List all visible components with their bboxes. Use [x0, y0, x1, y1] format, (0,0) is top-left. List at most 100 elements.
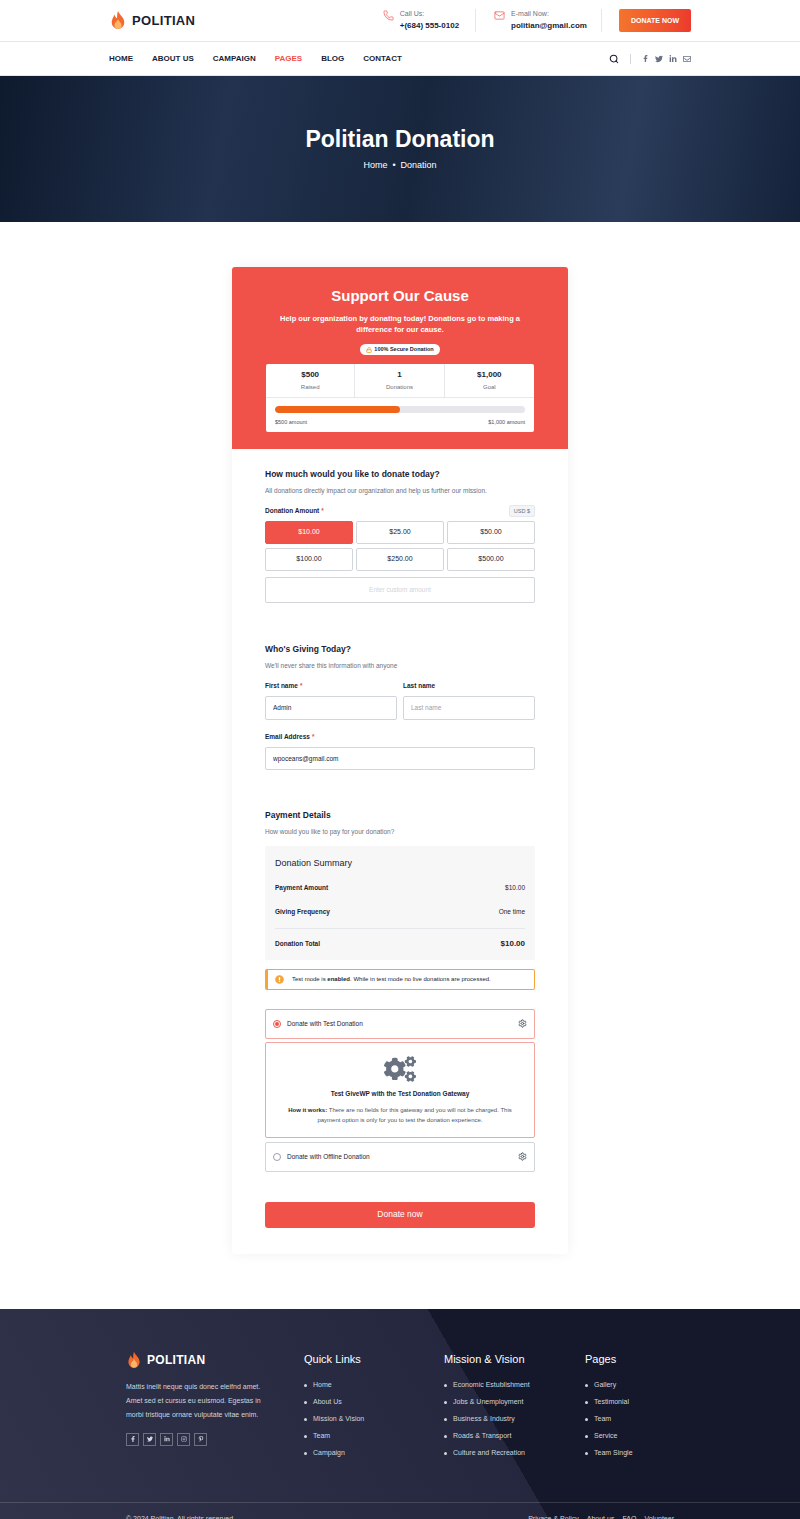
nav-item[interactable]: CAMPAIGN — [213, 53, 256, 65]
footer-bottom-link[interactable]: About us — [587, 1514, 615, 1519]
instagram-icon — [181, 1436, 187, 1442]
breadcrumb-item: Donation — [401, 159, 437, 173]
amount-button[interactable]: $250.00 — [356, 548, 444, 571]
amount-button[interactable]: $10.00 — [265, 521, 353, 544]
nav-item[interactable]: PAGES — [275, 53, 302, 65]
social-button[interactable] — [177, 1433, 190, 1446]
footer-link[interactable]: Campaign — [304, 1448, 444, 1458]
progress-track — [275, 406, 525, 413]
progress-left-label: $500 amount — [275, 418, 307, 426]
hero-banner: Politian Donation Home • Donation — [0, 76, 800, 222]
gateway-label: Donate with Test Donation — [287, 1019, 363, 1029]
footer-link[interactable]: Team Single — [585, 1448, 674, 1458]
section-heading: Payment Details — [265, 809, 535, 822]
breadcrumb-separator: • — [392, 159, 395, 173]
facebook-icon[interactable] — [642, 55, 649, 62]
social-button[interactable] — [143, 1433, 156, 1446]
stat-label: Raised — [301, 383, 320, 392]
first-name-field: First name* — [265, 681, 397, 720]
footer-bottom-link[interactable]: Volunteer — [644, 1514, 674, 1519]
footer-link[interactable]: Economic Estublishment — [444, 1380, 585, 1390]
amount-grid: $10.00$25.00$50.00 $100.00$250.00$500.00 — [265, 521, 535, 571]
summary-total: Donation Total$10.00 — [275, 928, 525, 950]
footer-link[interactable]: Service — [585, 1431, 674, 1441]
summary-title: Donation Summary — [275, 857, 525, 871]
section-heading: How much would you like to donate today? — [265, 468, 535, 481]
stat-value: $500 — [301, 369, 319, 381]
hero-title: Politian Donation — [305, 125, 494, 153]
footer-link[interactable]: Business & Industry — [444, 1414, 585, 1424]
bullet-dot — [444, 1418, 447, 1421]
logo[interactable]: POLITIAN — [109, 10, 195, 31]
footer-link[interactable]: Jobs & Unemployment — [444, 1397, 585, 1407]
amount-button[interactable]: $500.00 — [447, 548, 535, 571]
gateway-option[interactable]: Donate with Test Donation — [265, 1009, 535, 1039]
linkedin-icon[interactable] — [669, 55, 677, 63]
social-button[interactable] — [126, 1433, 139, 1446]
donate-submit-button[interactable]: Donate now — [265, 1202, 535, 1228]
bullet-dot — [304, 1435, 307, 1438]
contact-label: E-mail Now: — [511, 9, 587, 20]
gear-icon[interactable] — [518, 1019, 527, 1028]
breadcrumb-item[interactable]: Home — [363, 159, 387, 173]
contact-value: +(684) 555-0102 — [400, 20, 459, 32]
social-button[interactable] — [194, 1433, 207, 1446]
footer-column: Quick Links Home About Us Mission & Vision T… — [304, 1351, 444, 1459]
gears-icon — [384, 1053, 416, 1085]
social-button[interactable] — [160, 1433, 173, 1446]
twitter-icon[interactable] — [655, 55, 663, 63]
section-description: How would you like to pay for your donat… — [265, 827, 535, 837]
footer-logo[interactable]: POLITIAN — [126, 1351, 304, 1369]
contact-label: Call Us: — [400, 9, 459, 20]
footer-link[interactable]: Testimonial — [585, 1397, 674, 1407]
footer-column: PagesGalleryTestimonialTeamServiceTeam S… — [585, 1351, 674, 1459]
payment-section: Payment Details How would you like to pay… — [265, 809, 535, 1227]
amount-button[interactable]: $50.00 — [447, 521, 535, 544]
footer-bottom-link[interactable]: FAQ — [622, 1514, 636, 1519]
footer-link[interactable]: Team — [304, 1431, 444, 1441]
donate-now-button[interactable]: DONATE NOW — [619, 9, 691, 32]
summary-row: Payment Amount$10.00 — [275, 876, 525, 900]
footer-link[interactable]: Team — [585, 1414, 674, 1424]
main-nav: HOME ABOUT US CAMPAIGN PAGES BLOG CONTACT — [0, 42, 800, 76]
nav-item[interactable]: BLOG — [321, 53, 344, 65]
stat-value: $1,000 — [477, 369, 501, 381]
progress-fill — [275, 406, 400, 413]
gear-icon[interactable] — [518, 1152, 527, 1161]
footer-about: POLITIANMattis inelit neque quis donec e… — [126, 1351, 304, 1459]
donor-section: Who's Giving Today?We'll never share thi… — [265, 643, 535, 771]
nav-list: HOME ABOUT US CAMPAIGN PAGES BLOG CONTACT — [109, 53, 402, 65]
gateway-option[interactable]: Donate with Offline Donation — [265, 1142, 535, 1172]
footer-link[interactable]: Culture and Recreation — [444, 1448, 585, 1458]
gateway-panel-title: Test GiveWP with the Test Donation Gatew… — [331, 1089, 470, 1099]
currency-select[interactable]: USD $ — [509, 505, 535, 517]
mail-icon[interactable] — [683, 55, 691, 63]
radio-button[interactable] — [273, 1020, 281, 1028]
radio-button[interactable] — [273, 1153, 281, 1161]
nav-item[interactable]: ABOUT US — [152, 53, 194, 65]
custom-amount-input[interactable] — [265, 577, 535, 603]
bullet-dot — [304, 1452, 307, 1455]
footer-link[interactable]: Mission & Vision — [304, 1414, 444, 1424]
amount-label: Donation Amount* — [265, 506, 324, 516]
bullet-dot — [304, 1418, 307, 1421]
bullet-dot — [304, 1384, 307, 1387]
bullet-dot — [585, 1435, 588, 1438]
nav-item[interactable]: HOME — [109, 53, 133, 65]
search-icon[interactable] — [609, 54, 619, 64]
required-mark: * — [312, 733, 315, 740]
first-name-input[interactable] — [265, 696, 397, 720]
footer-link[interactable]: Home — [304, 1380, 444, 1390]
amount-button[interactable]: $25.00 — [356, 521, 444, 544]
footer-bottom-link[interactable]: Privace & Policy — [528, 1514, 579, 1519]
footer-logo-text: POLITIAN — [147, 1351, 205, 1369]
footer-link[interactable]: About Us — [304, 1397, 444, 1407]
amount-button[interactable]: $100.00 — [265, 548, 353, 571]
footer-link[interactable]: Gallery — [585, 1380, 674, 1390]
last-name-input[interactable] — [403, 696, 535, 720]
footer-column-title: Quick Links — [304, 1351, 444, 1368]
form-title: Support Our Cause — [331, 286, 469, 306]
nav-item[interactable]: CONTACT — [363, 53, 402, 65]
footer-link[interactable]: Roads & Transport — [444, 1431, 585, 1441]
email-input[interactable] — [265, 747, 535, 771]
